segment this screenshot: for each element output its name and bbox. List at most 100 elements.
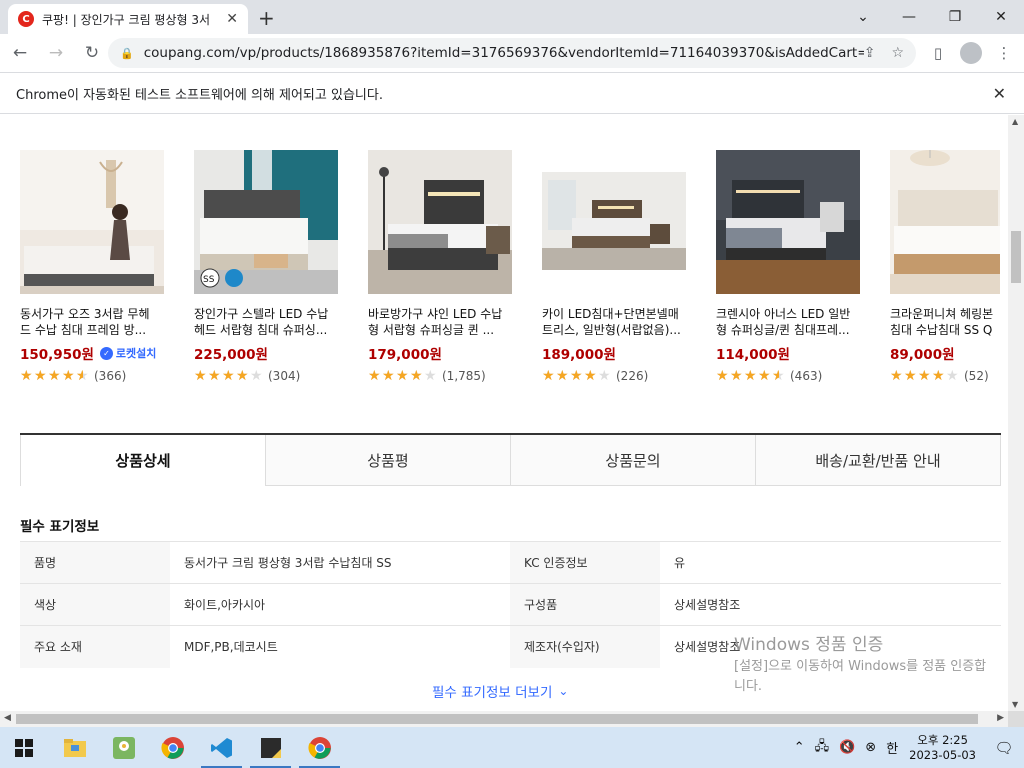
windows-taskbar: ⌃ 🖧 🔇 ⊗ 한 오후 2:25 2023-05-03 🗨 [0,727,1024,768]
price-text: 179,000원 [368,347,442,363]
system-tray: ⌃ 🖧 🔇 ⊗ 한 오후 2:25 2023-05-03 🗨 [789,727,1024,768]
blocked-icon[interactable]: ⊗ [865,740,876,755]
product-card[interactable]: SS 장인가구 스텔라 LED 수납헤드 서랍형 침대 슈퍼싱... 225,0… [194,150,344,383]
map-pin-icon [112,736,135,759]
product-name[interactable]: 크라운퍼니쳐 헤링본 침대 수납침대 SS Q [890,306,1008,338]
star-icon: ★★ [932,368,945,383]
product-name[interactable]: 카이 LED침대+단면본넬매트리스, 일반형(서랍없음)... [542,306,682,338]
ime-indicator[interactable]: 한 [886,738,898,757]
new-tab-icon[interactable]: + [258,6,275,30]
star-icon: ★★ [946,368,959,383]
reload-icon[interactable]: ↻ [76,37,108,69]
profile-avatar[interactable] [960,42,982,64]
product-name[interactable]: 크렌시아 아너스 LED 일반형 슈퍼싱글/퀸 침대프레... [716,306,856,338]
star-icon: ★★ [584,368,597,384]
scrollbar-thumb[interactable] [16,714,978,724]
address-bar[interactable]: 🔒 coupang.com/vp/products/1868935876?ite… [108,38,916,68]
product-name[interactable]: 장인가구 스텔라 LED 수납헤드 서랍형 침대 슈퍼싱... [194,306,334,338]
product-price: 225,000원 [194,343,344,363]
star-icon: ★★ [34,368,47,384]
review-count: (366) [94,369,127,383]
product-card[interactable]: 동서가구 오즈 3서랍 무헤드 수납 침대 프레임 방... 150,950원 … [20,150,170,383]
taskbar-chrome[interactable] [148,727,197,768]
star-icon: ★★ [250,368,263,384]
product-image[interactable] [890,150,1000,294]
table-row: 품명 동서가구 크림 평상형 3서랍 수납침대 SS KC 인증정보 유 [20,541,1001,584]
tab-product-detail[interactable]: 상품상세 [20,435,265,486]
tab-search-icon[interactable]: ⌄ [840,0,886,34]
forward-icon[interactable]: → [40,37,72,69]
lock-icon[interactable]: 🔒 [120,47,134,60]
spec-key: KC 인증정보 [510,541,660,584]
star-icon: ★★ [918,368,931,383]
star-icon: ★★ [62,368,75,384]
product-price: 179,000원 [368,343,518,363]
product-image[interactable]: SS [194,150,338,294]
network-icon[interactable]: 🖧 [815,737,830,759]
side-panel-icon[interactable]: ▯ [926,41,950,65]
product-image[interactable] [542,150,686,294]
bookmark-star-icon[interactable]: ☆ [891,45,904,61]
star-icon: ★★ [556,368,569,384]
taskbar-clock[interactable]: 오후 2:25 2023-05-03 [909,733,976,763]
tab-inquiries[interactable]: 상품문의 [510,435,755,486]
start-button[interactable] [0,727,48,768]
spec-key: 제조자(수입자) [510,625,660,668]
spec-value: 화이트,아카시아 [170,583,510,626]
share-icon[interactable]: ⇪ [864,45,876,61]
price-text: 189,000원 [542,347,616,363]
product-image[interactable] [20,150,164,294]
taskbar-file-explorer[interactable] [50,727,99,768]
star-icon: ★★ [76,368,89,384]
horizontal-scrollbar[interactable]: ◀ ▶ [0,711,1008,727]
clock-date: 2023-05-03 [909,747,976,762]
taskbar-chrome-active[interactable] [295,727,344,768]
volume-mute-icon[interactable]: 🔇 [839,740,855,755]
tab-shipping-return[interactable]: 배송/교환/반품 안내 [755,435,1001,486]
chrome-icon [307,736,331,759]
spec-key: 구성품 [510,583,660,626]
taskbar-maps-app[interactable] [99,727,148,768]
tab-reviews[interactable]: 상품평 [265,435,510,486]
menu-kebab-icon[interactable]: ⋮ [992,41,1016,65]
product-card[interactable]: 크라운퍼니쳐 헤링본 침대 수납침대 SS Q 89,000원 ★ ★ ★ ★ ★ ★ ★ ★… [890,150,1008,383]
window-close-icon[interactable]: ✕ [978,0,1024,34]
scroll-left-icon[interactable]: ◀ [4,713,11,723]
notification-center-icon[interactable]: 🗨 [984,727,1024,768]
star-icon: ★★ [396,368,409,384]
spec-key: 주요 소재 [20,625,170,668]
show-more-required-info-button[interactable]: 필수 표기정보 더보기 ⌄ [432,681,568,701]
restore-icon[interactable]: ❐ [932,0,978,34]
product-price: 150,950원 ✓ 로켓설치 [20,343,170,363]
review-count: (1,785) [442,369,486,383]
browser-titlebar: C 쿠팡! | 장인가구 크림 평상형 3서 ✕ + ⌄ — ❐ ✕ [0,0,1024,34]
scrollbar-corner [1008,711,1024,727]
vertical-scrollbar[interactable]: ▲ ▼ [1008,115,1024,711]
back-icon[interactable]: ← [4,37,36,69]
product-image[interactable] [368,150,512,294]
minimize-icon[interactable]: — [886,0,932,34]
infobar-close-icon[interactable]: ✕ [993,84,1006,103]
scroll-right-icon[interactable]: ▶ [997,713,1004,723]
page-viewport: 동서가구 오즈 3서랍 무헤드 수납 침대 프레임 방... 150,950원 … [0,115,1008,711]
product-rating: ★★★★★★★★★★ (226) [542,369,692,383]
spec-key: 색상 [20,583,170,626]
product-rating: ★★★★★★★★★★ (304) [194,369,344,383]
browser-tab[interactable]: C 쿠팡! | 장인가구 크림 평상형 3서 ✕ [8,4,248,34]
scrollbar-thumb[interactable] [1011,231,1021,283]
product-name[interactable]: 바로방가구 샤인 LED 수납형 서랍형 슈퍼싱글 퀸 ... [368,306,508,338]
product-image[interactable] [716,150,860,294]
product-card[interactable]: 카이 LED침대+단면본넬매트리스, 일반형(서랍없음)... 189,000원… [542,150,692,383]
star-icon: ★★ [570,368,583,384]
product-name[interactable]: 동서가구 오즈 3서랍 무헤드 수납 침대 프레임 방... [20,306,160,338]
scroll-down-icon[interactable]: ▼ [1012,700,1018,709]
svg-text:SS: SS [203,275,215,285]
product-card[interactable]: 바로방가구 샤인 LED 수납형 서랍형 슈퍼싱글 퀸 ... 179,000원… [368,150,518,383]
tray-chevron-up-icon[interactable]: ⌃ [794,740,805,755]
star-icon: ★★ [890,368,903,383]
tab-close-icon[interactable]: ✕ [226,11,238,27]
product-card[interactable]: 크렌시아 아너스 LED 일반형 슈퍼싱글/퀸 침대프레... 114,000원… [716,150,866,383]
taskbar-vscode[interactable] [197,727,246,768]
scroll-up-icon[interactable]: ▲ [1012,117,1018,126]
taskbar-notes-app[interactable] [246,727,295,768]
